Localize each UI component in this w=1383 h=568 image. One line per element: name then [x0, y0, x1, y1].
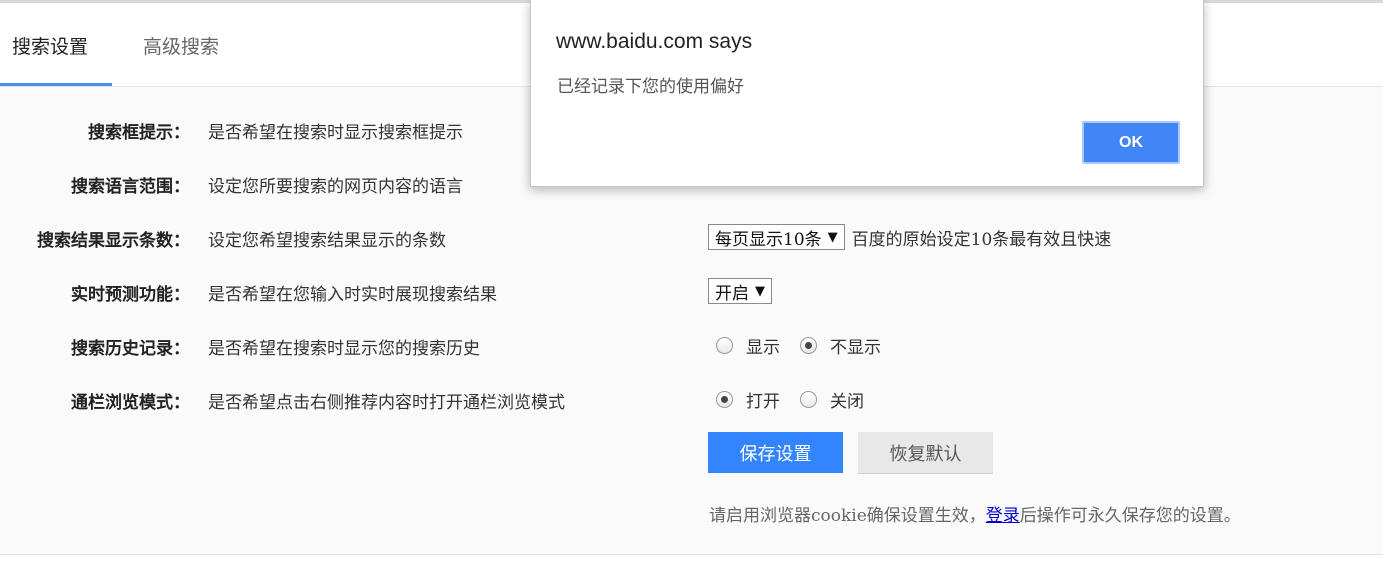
row-label: 通栏浏览模式：: [71, 393, 190, 413]
history-hide-label: 不显示: [830, 337, 881, 358]
results-count-selected: 每页显示10条: [715, 229, 822, 250]
realtime-select[interactable]: 开启 ▼: [708, 278, 772, 304]
row-label: 搜索框提示：: [88, 123, 190, 143]
results-count-select[interactable]: 每页显示10条 ▼: [708, 224, 845, 250]
fullbar-close-label: 关闭: [830, 391, 864, 412]
restore-default-button[interactable]: 恢复默认: [858, 432, 993, 474]
bottom-divider: [0, 554, 1383, 555]
realtime-control: 开启 ▼: [708, 276, 779, 306]
fullbar-open-radio[interactable]: [716, 390, 733, 408]
row-realtime-predict: 实时预测功能： 是否希望在您输入时实时展现搜索结果 开启 ▼: [0, 276, 1383, 306]
results-count-note: 百度的原始设定10条最有效且快速: [851, 229, 1112, 250]
realtime-selected: 开启: [715, 283, 749, 304]
fullbar-control: 打开 关闭: [708, 384, 876, 414]
row-label: 搜索结果显示条数：: [37, 231, 190, 251]
row-description: 设定您希望搜索结果显示的条数: [208, 231, 446, 251]
row-description: 是否希望在搜索时显示搜索框提示: [208, 123, 463, 143]
dialog-title: www.baidu.com says: [556, 30, 753, 53]
results-count-control: 每页显示10条 ▼ 百度的原始设定10条最有效且快速: [708, 222, 1111, 252]
active-tab-underline: [0, 83, 112, 86]
row-label: 实时预测功能：: [71, 285, 190, 305]
dialog-ok-button[interactable]: OK: [1082, 121, 1180, 164]
row-label: 搜索语言范围：: [71, 177, 190, 197]
tab-advanced-search[interactable]: 高级搜索: [143, 32, 219, 59]
row-results-count: 搜索结果显示条数： 设定您希望搜索结果显示的条数 每页显示10条 ▼ 百度的原始…: [0, 222, 1383, 252]
history-control: 显示 不显示: [708, 330, 893, 360]
row-fullbar-mode: 通栏浏览模式： 是否希望点击右侧推荐内容时打开通栏浏览模式 打开 关闭: [0, 384, 1383, 414]
dialog-message: 已经记录下您的使用偏好: [557, 77, 744, 97]
cookie-hint: 请启用浏览器cookie确保设置生效，登录后操作可永久保存您的设置。: [709, 501, 1241, 526]
hint-text-before: 请启用浏览器cookie确保设置生效，: [709, 506, 986, 526]
chevron-down-icon: ▼: [827, 229, 838, 245]
history-show-label: 显示: [746, 337, 780, 358]
row-description: 是否希望点击右侧推荐内容时打开通栏浏览模式: [208, 393, 565, 413]
fullbar-close-radio[interactable]: [800, 390, 817, 408]
history-hide-radio[interactable]: [800, 336, 817, 354]
tab-search-settings[interactable]: 搜索设置: [12, 32, 88, 59]
hint-text-after: 后操作可永久保存您的设置。: [1019, 506, 1241, 526]
row-description: 是否希望在您输入时实时展现搜索结果: [208, 285, 497, 305]
chevron-down-icon: ▼: [755, 283, 765, 299]
history-show-radio[interactable]: [716, 336, 733, 354]
login-link[interactable]: 登录: [986, 506, 1020, 526]
row-description: 设定您所要搜索的网页内容的语言: [208, 177, 463, 197]
fullbar-open-label: 打开: [746, 391, 780, 412]
row-description: 是否希望在搜索时显示您的搜索历史: [208, 339, 480, 359]
alert-dialog: www.baidu.com says 已经记录下您的使用偏好 OK: [530, 0, 1204, 187]
row-search-history: 搜索历史记录： 是否希望在搜索时显示您的搜索历史 显示 不显示: [0, 330, 1383, 360]
row-label: 搜索历史记录：: [71, 339, 190, 359]
save-settings-button[interactable]: 保存设置: [708, 432, 843, 473]
